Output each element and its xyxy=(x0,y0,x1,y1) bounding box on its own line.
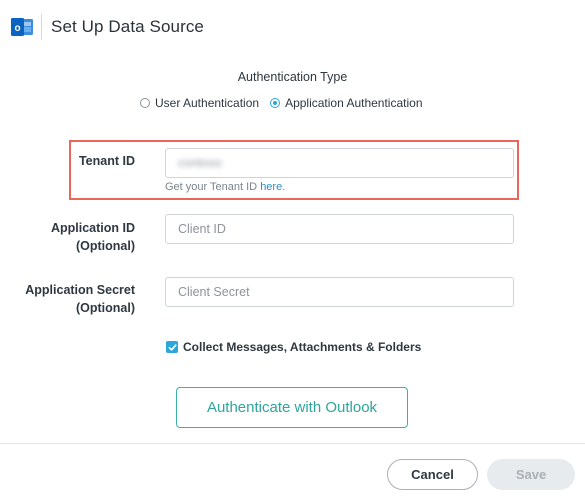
application-secret-label: Application Secret (Optional) xyxy=(10,281,135,317)
radio-application-authentication-label[interactable]: Application Authentication xyxy=(285,96,422,110)
authentication-type-options: User Authentication Application Authenti… xyxy=(140,95,423,111)
radio-user-authentication-label[interactable]: User Authentication xyxy=(155,96,259,110)
outlook-logo-letter: o xyxy=(14,23,20,34)
radio-application-authentication[interactable] xyxy=(270,98,281,108)
tenant-id-value: contoso xyxy=(178,156,222,170)
collect-messages-checkbox[interactable] xyxy=(166,341,178,353)
application-id-label-line2: (Optional) xyxy=(75,239,135,253)
application-id-label: Application ID (Optional) xyxy=(20,219,135,255)
collect-messages-row: Collect Messages, Attachments & Folders xyxy=(166,340,421,354)
tenant-id-help-suffix: . xyxy=(282,181,286,193)
application-id-label-line1: Application ID xyxy=(50,221,135,235)
dialog-header: o Set Up Data Source xyxy=(0,0,585,54)
save-button[interactable]: Save xyxy=(487,459,575,490)
tenant-id-label: Tenant ID xyxy=(78,154,135,168)
application-id-input[interactable] xyxy=(165,214,514,244)
footer-divider xyxy=(0,443,585,444)
application-secret-input[interactable] xyxy=(165,277,514,307)
cancel-button[interactable]: Cancel xyxy=(387,459,478,490)
dialog-title: Set Up Data Source xyxy=(51,17,204,36)
tenant-id-help-link[interactable]: here xyxy=(260,181,282,193)
header-divider xyxy=(41,14,42,40)
application-secret-label-line1: Application Secret xyxy=(25,283,135,297)
radio-user-authentication[interactable] xyxy=(140,98,150,108)
tenant-id-input[interactable]: contoso xyxy=(165,148,514,178)
tenant-id-help-prefix: Get your Tenant ID xyxy=(165,181,261,193)
authenticate-with-outlook-button[interactable]: Authenticate with Outlook xyxy=(176,387,408,428)
application-secret-label-line2: (Optional) xyxy=(75,301,135,315)
tenant-id-help-text: Get your Tenant ID here. xyxy=(165,181,285,193)
outlook-logo-icon: o xyxy=(10,15,34,39)
collect-messages-label[interactable]: Collect Messages, Attachments & Folders xyxy=(183,340,421,354)
checkmark-icon xyxy=(168,343,177,351)
authentication-type-heading: Authentication Type xyxy=(237,70,348,84)
